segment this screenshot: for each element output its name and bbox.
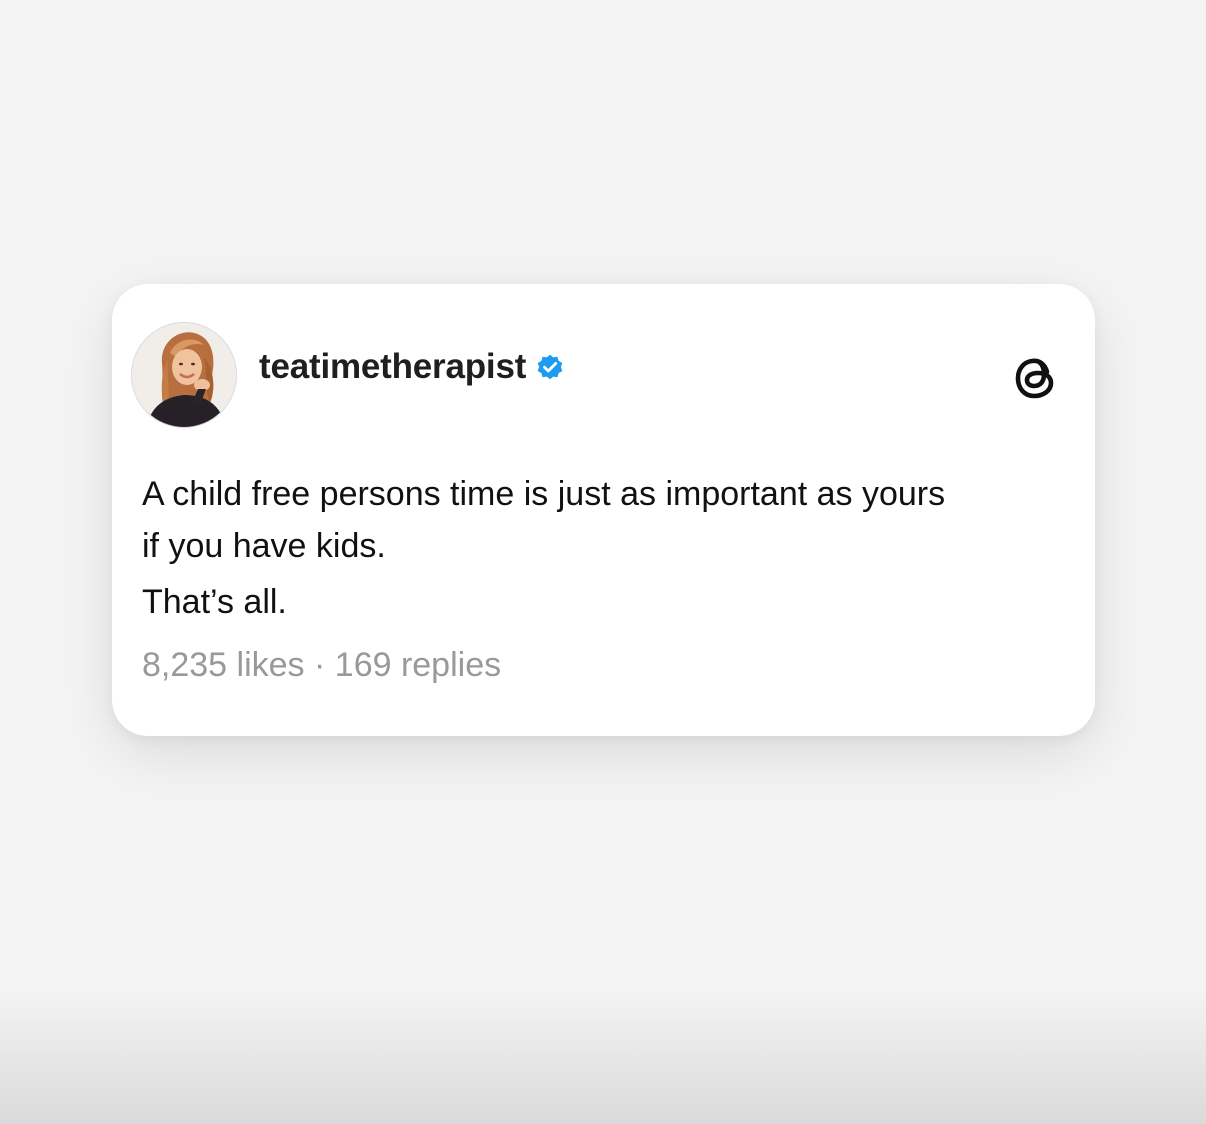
- avatar-photo: [132, 323, 236, 427]
- likes-count[interactable]: 8,235 likes: [142, 646, 305, 684]
- background-bottom-gradient: [0, 984, 1206, 1124]
- threads-logo-icon[interactable]: [1011, 350, 1061, 404]
- username[interactable]: teatimetherapist: [259, 347, 526, 387]
- post-body: A child free persons time is just as imp…: [142, 468, 1072, 628]
- post-text-line: if you have kids.: [142, 527, 386, 565]
- stats-separator: ·: [314, 646, 326, 684]
- replies-count[interactable]: 169 replies: [335, 646, 501, 684]
- verified-badge-icon: [535, 352, 565, 382]
- avatar[interactable]: [131, 322, 237, 428]
- username-row: teatimetherapist: [259, 344, 565, 390]
- threads-post-card: teatimetherapist A child free persons ti…: [112, 284, 1095, 736]
- post-text-line: A child free persons time is just as imp…: [142, 475, 946, 513]
- post-text-line: That’s all.: [142, 583, 287, 621]
- post-stats: 8,235 likes · 169 replies: [142, 646, 501, 685]
